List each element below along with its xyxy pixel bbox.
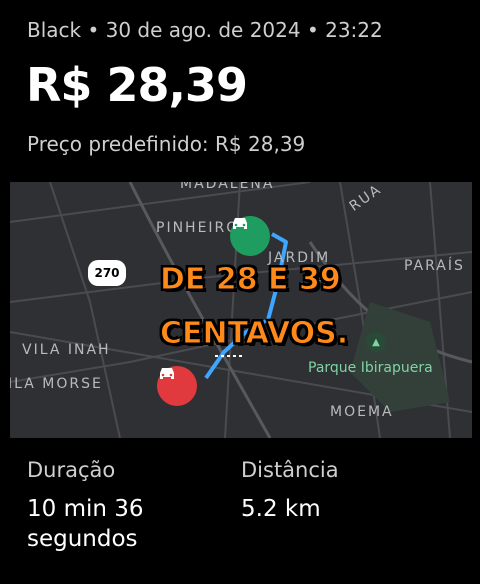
trip-meta: Black • 30 de ago. de 2024 • 23:22 <box>27 18 383 42</box>
label-paraiso: PARAÍS <box>404 258 465 274</box>
road-number-badge: 270 <box>88 260 126 286</box>
distance-label: Distância <box>241 458 339 482</box>
distance-value: 5.2 km <box>241 496 321 522</box>
car-icon <box>233 218 247 229</box>
preset-price: Preço predefinido: R$ 28,39 <box>27 132 306 156</box>
end-pin[interactable] <box>157 366 197 406</box>
label-vila-inah: VILA INAH <box>22 342 111 358</box>
duration-label: Duração <box>27 458 116 482</box>
caption-line-1: DE 28 E 39 <box>160 262 342 298</box>
label-moema: MOEMA <box>330 404 394 420</box>
trip-price: R$ 28,39 <box>26 58 248 112</box>
car-icon <box>160 368 174 379</box>
route-map[interactable]: MADALENA RUA PINHEIROS JARDIM A PARAÍS V… <box>10 182 472 438</box>
label-parque-ibirapuera: Parque Ibirapuera <box>308 360 433 376</box>
duration-value-line-2: segundos <box>27 526 138 552</box>
duration-value: 10 min 36 segundos <box>27 494 144 554</box>
duration-value-line-1: 10 min 36 <box>27 496 144 522</box>
label-madalena: MADALENA <box>180 182 275 192</box>
label-vila-morse: ILA MORSE <box>10 376 103 392</box>
start-pin[interactable] <box>230 216 270 256</box>
caption-line-2: CENTAVOS. <box>159 316 349 352</box>
tree-icon: ▲ <box>366 332 386 352</box>
